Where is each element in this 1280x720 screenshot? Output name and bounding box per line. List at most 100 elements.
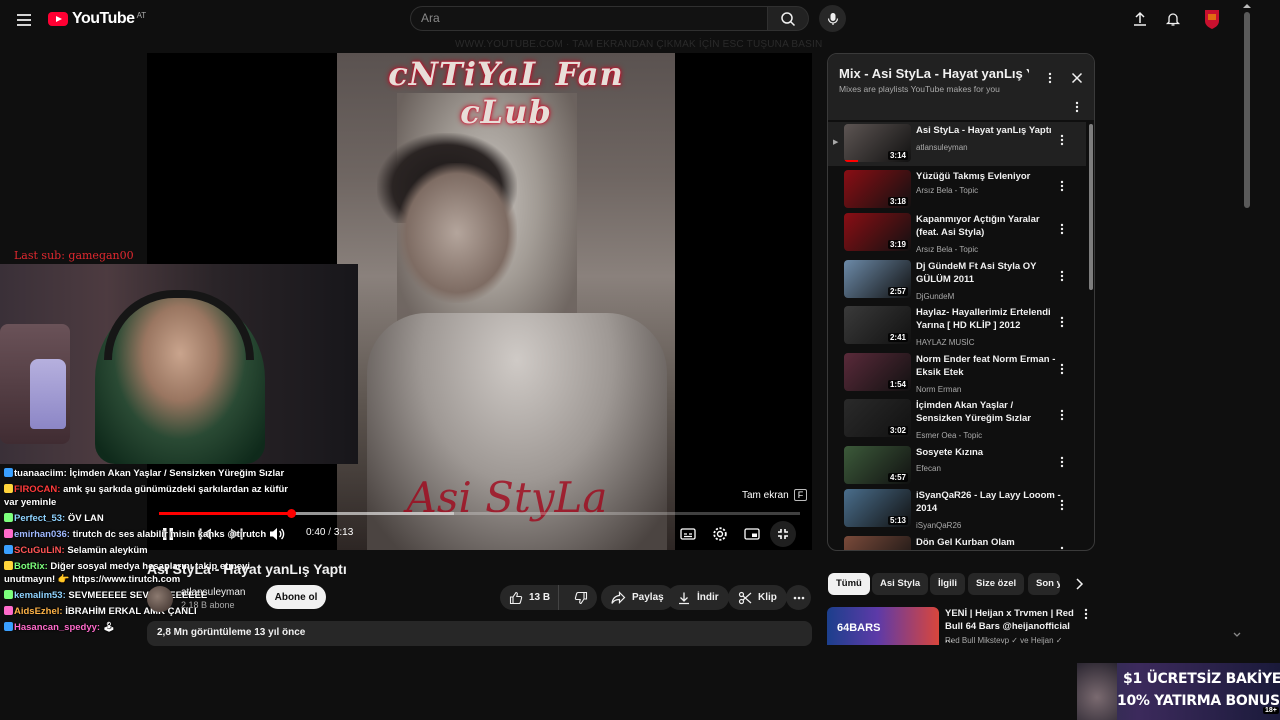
sponsor-line-1: $1 ÜCRETSİZ BAKİYE [1123, 671, 1280, 687]
filter-chip[interactable]: Son y [1028, 573, 1060, 595]
playlist-item-menu-button[interactable] [1060, 134, 1072, 150]
channel-name[interactable]: atlansuleyman [181, 587, 245, 598]
playlist-item[interactable]: 3:02 İçimden Akan Yaşlar / Sensizken Yüre… [828, 397, 1086, 441]
more-actions-button[interactable] [786, 585, 811, 610]
playlist-item[interactable]: 1:54 Norm Ender feat Norm Erman - Eksik E… [828, 351, 1086, 395]
filter-chip[interactable]: İlgili [930, 573, 965, 595]
filter-chip[interactable]: Tümü [828, 573, 870, 595]
playlist-scrollbar[interactable] [1089, 124, 1093, 290]
recommendation-channel[interactable]: Red Bull Mikstevp ✓ ve Heijan ✓ [945, 636, 1062, 645]
playlist-item-thumbnail[interactable] [844, 536, 911, 550]
time-total: 3:13 [333, 527, 354, 538]
theater-mode-button[interactable] [739, 521, 765, 547]
chat-message: SCuGuLiN: Selamün aleyküm [4, 544, 294, 557]
playlist-item[interactable]: Dön Gel Kurban OlamArsız Bela - Topic [828, 534, 1086, 550]
thumbs-down-icon [574, 591, 588, 604]
chat-message: emirhan036: tirutch dc ses alabilir misi… [4, 528, 294, 541]
playlist-item-thumbnail[interactable]: 5:13 [844, 489, 911, 527]
chat-badge-icon [4, 468, 13, 477]
menu-icon[interactable] [12, 8, 36, 32]
microphone-icon [827, 12, 838, 25]
scroll-up-icon[interactable] [1242, 2, 1252, 10]
playlist-item-thumbnail[interactable]: 2:41 [844, 306, 911, 344]
playlist-item-menu-button[interactable] [1060, 409, 1072, 425]
playlist-menu-button[interactable] [1040, 68, 1060, 88]
share-button[interactable]: Paylaş [601, 585, 674, 610]
chips-next-button[interactable] [1072, 577, 1086, 591]
download-button[interactable]: İndir [667, 585, 729, 610]
close-playlist-button[interactable] [1067, 68, 1087, 88]
playlist-item-menu-button[interactable] [1060, 456, 1072, 472]
playlist-item-thumbnail[interactable]: 1:54 [844, 353, 911, 391]
settings-button[interactable] [707, 521, 733, 547]
fullscreen-shortcut-key: F [793, 489, 808, 501]
create-button[interactable] [1128, 7, 1152, 31]
subtitles-icon [680, 528, 696, 540]
playlist-item-thumbnail[interactable]: 2:57 [844, 260, 911, 298]
playlist-item-title: Haylaz- Hayallerimiz Ertelendi Yarına [ … [916, 307, 1051, 331]
page-scrollbar[interactable] [1244, 12, 1250, 208]
playlist-item-thumbnail[interactable]: 3:19 [844, 213, 911, 251]
chat-text: İçimden Akan Yaşlar / Sensizken Yüreğim … [69, 468, 285, 479]
fullscreen-button[interactable] [770, 521, 796, 547]
scroll-down-icon[interactable] [1232, 630, 1242, 640]
youtube-play-icon [48, 12, 68, 26]
playlist-item-thumbnail[interactable]: 3:18 [844, 170, 911, 208]
youtube-logo[interactable]: YouTube AT [48, 9, 146, 29]
chat-username: emirhan036: [14, 529, 70, 540]
playlist-item-thumbnail[interactable]: 3:02 [844, 399, 911, 437]
like-dislike-group: 13 B [500, 585, 597, 610]
account-avatar[interactable] [1202, 8, 1222, 30]
more-vertical-icon [1075, 101, 1079, 113]
chat-text: Selamün aleyküm [67, 545, 148, 556]
playlist-item-channel: Esmer Oea - Topic [916, 431, 983, 440]
download-label: İndir [697, 592, 719, 603]
playlist-item-menu-button[interactable] [1060, 316, 1072, 332]
search-input[interactable]: Ara [410, 6, 768, 31]
clip-button[interactable]: Klip [728, 585, 787, 610]
recommendation-thumbnail[interactable]: 64BARS [827, 607, 939, 645]
video-figure-head [397, 163, 517, 303]
notifications-button[interactable] [1161, 7, 1185, 31]
chat-username: kemalim53: [14, 590, 66, 601]
playlist-item-thumbnail[interactable]: 3:14 [844, 124, 911, 162]
miniplayer-icon [744, 528, 760, 540]
subscribe-button[interactable]: Abone ol [266, 585, 326, 609]
playlist-item-thumbnail[interactable]: 4:57 [844, 446, 911, 484]
description-box[interactable]: 2,8 Mn görüntüleme 13 yıl önce [147, 621, 812, 646]
playlist-item-menu-button[interactable] [1060, 499, 1072, 515]
age-badge: 18+ [1263, 707, 1279, 714]
time-display: 0:40 / 3:13 [306, 527, 353, 538]
playlist-item-channel: Arsız Bela - Topic [916, 245, 979, 254]
playlist-header: Mix - Asi StyLa - Hayat yanLış Yaptı Mix… [828, 54, 1094, 120]
search-button[interactable] [767, 6, 809, 31]
playlist-item-title: Yüzüğü Takmış Evleniyor [916, 171, 1031, 182]
subtitles-button[interactable] [675, 521, 701, 547]
filter-chip[interactable]: Size özel [968, 573, 1025, 595]
playlist-item-menu-button[interactable] [1060, 270, 1072, 286]
last-sub-label: Last sub: gamegan00 [14, 249, 134, 262]
playlist-item-menu-button[interactable] [1060, 546, 1072, 550]
voice-search-button[interactable] [819, 5, 846, 32]
video-title: Asi StyLa - Hayat yanLış Yaptı [147, 561, 347, 577]
dislike-button[interactable] [565, 585, 597, 610]
channel-avatar[interactable] [147, 586, 173, 612]
filter-chip[interactable]: Asi Styla [872, 573, 929, 595]
playlist-item[interactable]: 3:18 Yüzüğü Takmış Evleniyor Arsız Bela - … [828, 168, 1086, 212]
playlist-item[interactable]: ▶ 3:14 Asi StyLa - Hayat yanLış Yaptı atlan… [828, 122, 1086, 166]
like-button[interactable]: 13 B [500, 585, 559, 610]
playlist-item-menu-button[interactable] [1060, 223, 1072, 239]
recommendation-menu-button[interactable] [1084, 608, 1088, 620]
playlist-item[interactable]: 5:13 iSyanQaR26 - Lay Layy Looom - 2014 iS… [828, 487, 1086, 531]
chat-username: FIROCAN: [14, 484, 61, 495]
playlist-item-menu-button[interactable] [1060, 180, 1072, 196]
playlist-options-button[interactable] [1067, 97, 1087, 117]
chat-text: ÖV LAN [67, 513, 104, 524]
playlist-item[interactable]: 2:41 Haylaz- Hayallerimiz Ertelendi Yarın… [828, 304, 1086, 348]
playlist-item[interactable]: 2:57 Dj GündeM Ft Asi Styla OY GÜLÜM 2011… [828, 258, 1086, 302]
playlist-title[interactable]: Mix - Asi StyLa - Hayat yanLış Yaptı [839, 66, 1029, 81]
playlist-item-menu-button[interactable] [1060, 363, 1072, 379]
playlist-item-title: Sosyete Kızına [916, 447, 984, 458]
playlist-item[interactable]: 3:19 Kapanmıyor Açtığın Yaralar (feat. As… [828, 211, 1086, 255]
playlist-item[interactable]: 4:57 Sosyete Kızına Efecan [828, 444, 1086, 488]
